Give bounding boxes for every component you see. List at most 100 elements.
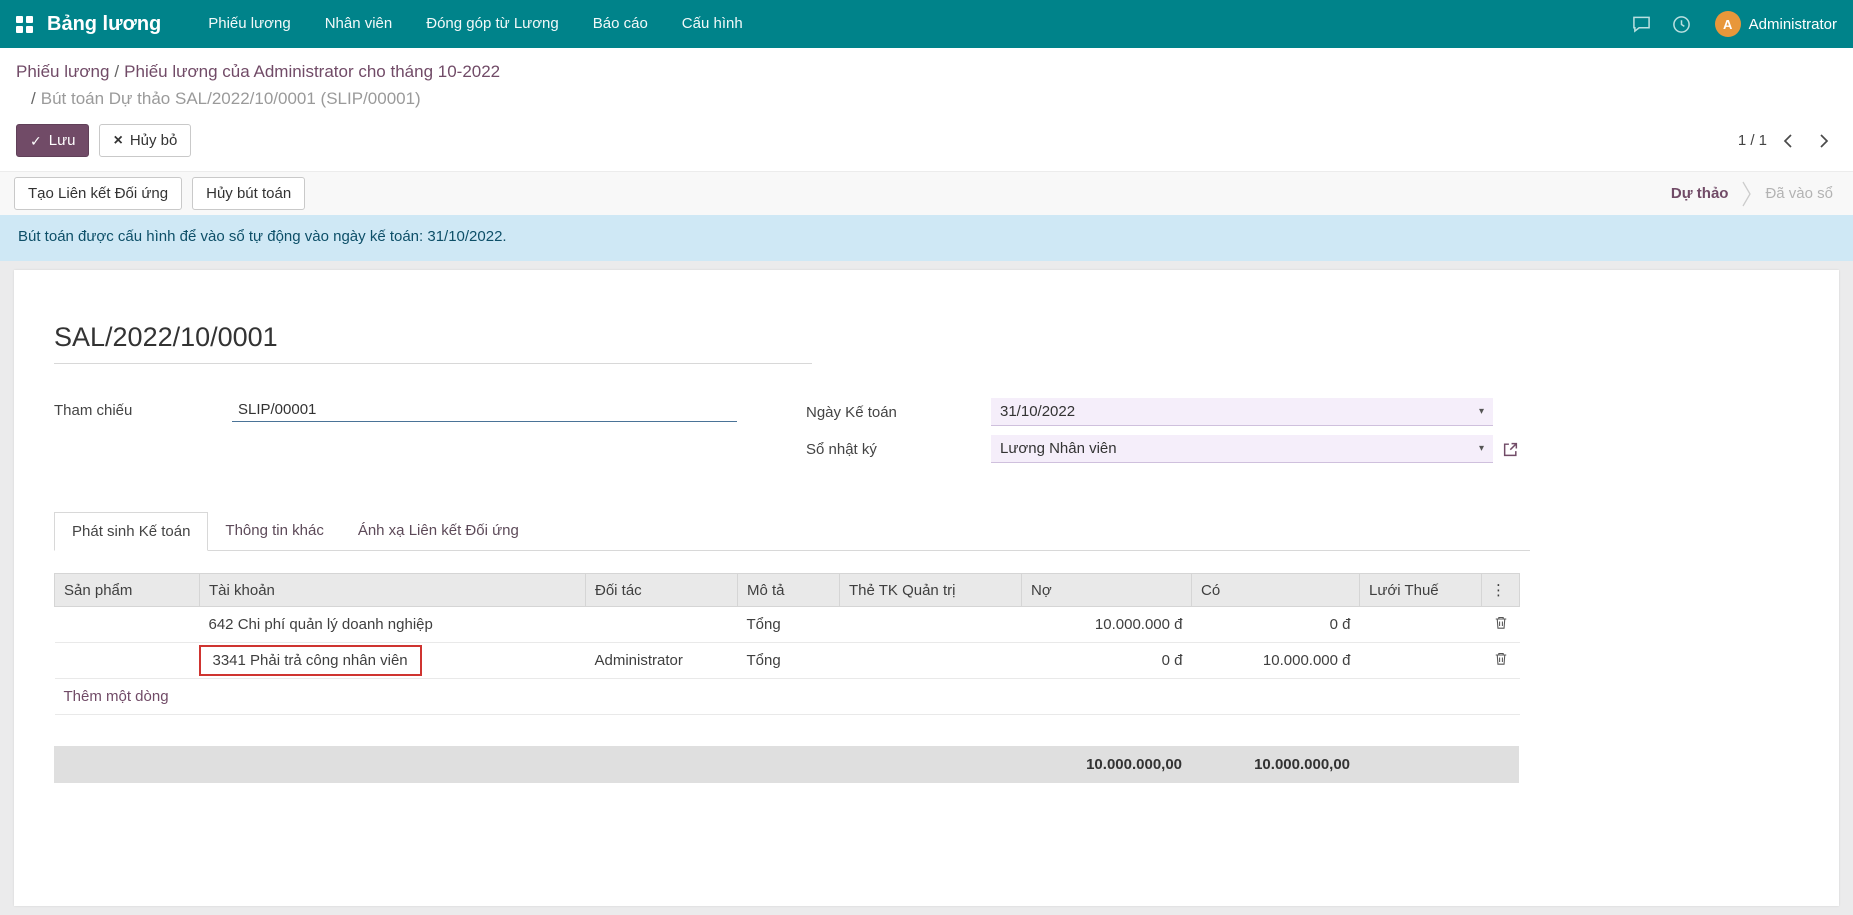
annotation-highlight-box: 3341 Phải trả công nhân viên (199, 645, 422, 676)
accounting-date-field[interactable]: 31/10/2022 ▾ (991, 398, 1493, 426)
total-debit: 10.000.000,00 (1021, 746, 1191, 783)
breadcrumb-separator: / (26, 89, 41, 108)
journal-label: Sổ nhật ký (806, 441, 991, 458)
cell-credit[interactable]: 0 đ (1192, 607, 1360, 643)
header-co[interactable]: Có (1192, 574, 1360, 607)
reference-input[interactable] (232, 398, 737, 422)
form-sheet: SAL/2022/10/0001 Tham chiếu Ngày Kế toán… (14, 270, 1839, 906)
messages-icon[interactable] (1625, 7, 1659, 41)
info-banner-text: Bút toán được cấu hình để vào sổ tự động… (18, 228, 507, 245)
menu-item-cau-hinh[interactable]: Cấu hình (665, 0, 760, 48)
add-line-row: Thêm một dòng (55, 679, 1520, 715)
cell-partner[interactable] (586, 607, 738, 643)
discard-button-label: Hủy bỏ (130, 132, 178, 149)
account-value: 3341 Phải trả công nhân viên (213, 652, 408, 669)
create-counterpart-button[interactable]: Tạo Liên kết Đối ứng (14, 177, 182, 210)
totals-row: 10.000.000,00 10.000.000,00 (54, 746, 1519, 783)
tab-thong-tin-khac[interactable]: Thông tin khác (208, 512, 340, 550)
breadcrumb-current: /Bút toán Dự thảo SAL/2022/10/0001 (SLIP… (16, 87, 1837, 111)
create-counterpart-label: Tạo Liên kết Đối ứng (28, 185, 168, 202)
table-row: 642 Chi phí quản lý doanh nghiệp Tổng 10… (55, 607, 1520, 643)
chevron-down-icon: ▾ (1479, 443, 1484, 454)
cell-credit[interactable]: 10.000.000 đ (1192, 643, 1360, 679)
page-background: SAL/2022/10/0001 Tham chiếu Ngày Kế toán… (0, 261, 1853, 915)
breadcrumb-link-payslip[interactable]: Phiếu lương của Administrator cho tháng … (124, 62, 500, 81)
cell-account[interactable]: 3341 Phải trả công nhân viên (200, 643, 586, 679)
nav-right: A Administrator (1625, 7, 1837, 41)
user-menu[interactable]: A Administrator (1705, 11, 1837, 37)
header-no[interactable]: Nợ (1022, 574, 1192, 607)
add-line-link[interactable]: Thêm một dòng (55, 679, 1520, 715)
check-icon: ✓ (30, 134, 42, 148)
status-chevron-icon (1742, 181, 1751, 207)
breadcrumb: Phiếu lương/Phiếu lương của Administrato… (16, 60, 1837, 84)
main-menu: Phiếu lương Nhân viên Đóng góp từ Lương … (191, 0, 759, 48)
breadcrumb-separator: / (109, 62, 124, 81)
header-tai-khoan[interactable]: Tài khoản (200, 574, 586, 607)
pager-previous-icon[interactable] (1783, 133, 1793, 149)
cell-description[interactable]: Tổng (738, 607, 840, 643)
control-panel-buttons: ✓ Lưu × Hủy bỏ 1 / 1 (16, 124, 1837, 157)
status-step-draft[interactable]: Dự thảo (1671, 185, 1729, 202)
header-luoi-thue[interactable]: Lưới Thuế (1360, 574, 1482, 607)
record-title: SAL/2022/10/0001 (54, 322, 812, 353)
discard-button[interactable]: × Hủy bỏ (99, 124, 191, 157)
delete-row-icon[interactable] (1494, 651, 1508, 666)
cell-partner[interactable]: Administrator (586, 643, 738, 679)
save-button-label: Lưu (49, 132, 76, 149)
user-name: Administrator (1749, 16, 1837, 33)
info-banner: Bút toán được cấu hình để vào sổ tự động… (0, 215, 1853, 261)
menu-item-dong-gop-tu-luong[interactable]: Đóng góp từ Lương (409, 0, 576, 48)
accounting-date-value: 31/10/2022 (1000, 403, 1075, 420)
breadcrumb-link-phieu-luong[interactable]: Phiếu lương (16, 62, 109, 81)
cross-icon: × (113, 133, 122, 149)
breadcrumb-current-label: Bút toán Dự thảo SAL/2022/10/0001 (SLIP/… (41, 89, 421, 108)
control-panel: Phiếu lương/Phiếu lương của Administrato… (0, 48, 1853, 171)
cell-analytic[interactable] (840, 643, 1022, 679)
cell-debit[interactable]: 0 đ (1022, 643, 1192, 679)
avatar: A (1715, 11, 1741, 37)
cell-tax-grid[interactable] (1360, 643, 1482, 679)
status-step-posted[interactable]: Đã vào sổ (1765, 185, 1833, 202)
journal-field[interactable]: Lương Nhân viên ▾ (991, 435, 1493, 463)
optional-columns-icon[interactable]: ⋮ (1482, 574, 1520, 607)
record-title-wrap: SAL/2022/10/0001 (54, 322, 812, 364)
header-the-tk-quan-tri[interactable]: Thẻ TK Quản trị (840, 574, 1022, 607)
accounting-date-label: Ngày Kế toán (806, 404, 991, 421)
cell-description[interactable]: Tổng (738, 643, 840, 679)
table-row: 3341 Phải trả công nhân viên Administrat… (55, 643, 1520, 679)
header-mo-ta[interactable]: Mô tả (738, 574, 840, 607)
header-doi-tac[interactable]: Đối tác (586, 574, 738, 607)
cancel-entry-button[interactable]: Hủy bút toán (192, 177, 305, 210)
statusbar: Dự thảo Đã vào sổ (1671, 181, 1839, 207)
header-san-pham[interactable]: Sản phẩm (55, 574, 200, 607)
notebook-tabs: Phát sinh Kế toán Thông tin khác Ánh xạ … (54, 512, 1530, 551)
menu-item-nhan-vien[interactable]: Nhân viên (308, 0, 410, 48)
pager-next-icon[interactable] (1819, 133, 1829, 149)
cell-analytic[interactable] (840, 607, 1022, 643)
cell-product[interactable] (55, 643, 200, 679)
delete-row-icon[interactable] (1494, 615, 1508, 630)
external-link-icon[interactable] (1502, 441, 1519, 458)
journal-value: Lương Nhân viên (1000, 440, 1117, 457)
tab-phat-sinh-ke-toan[interactable]: Phát sinh Kế toán (54, 512, 208, 551)
tab-anh-xa-lien-ket-doi-ung[interactable]: Ánh xạ Liên kết Đối ứng (341, 512, 536, 550)
cell-product[interactable] (55, 607, 200, 643)
activities-clock-icon[interactable] (1665, 7, 1699, 41)
form-fields: Tham chiếu Ngày Kế toán 31/10/2022 ▾ Sổ … (54, 398, 1530, 472)
pager: 1 / 1 (1738, 132, 1837, 149)
pager-value: 1 / 1 (1738, 132, 1767, 149)
save-button[interactable]: ✓ Lưu (16, 124, 89, 157)
cell-debit[interactable]: 10.000.000 đ (1022, 607, 1192, 643)
cell-account[interactable]: 642 Chi phí quản lý doanh nghiệp (200, 607, 586, 643)
menu-item-phieu-luong[interactable]: Phiếu lương (191, 0, 307, 48)
apps-grid-icon[interactable] (16, 16, 33, 33)
action-bar: Tạo Liên kết Đối ứng Hủy bút toán Dự thả… (0, 171, 1853, 215)
app-name[interactable]: Bảng lương (47, 13, 161, 36)
top-navbar: Bảng lương Phiếu lương Nhân viên Đóng gó… (0, 0, 1853, 48)
menu-item-bao-cao[interactable]: Báo cáo (576, 0, 665, 48)
journal-items-table: Sản phẩm Tài khoản Đối tác Mô tả Thẻ TK … (54, 573, 1520, 715)
cancel-entry-label: Hủy bút toán (206, 185, 291, 202)
table-header-row: Sản phẩm Tài khoản Đối tác Mô tả Thẻ TK … (55, 574, 1520, 607)
cell-tax-grid[interactable] (1360, 607, 1482, 643)
